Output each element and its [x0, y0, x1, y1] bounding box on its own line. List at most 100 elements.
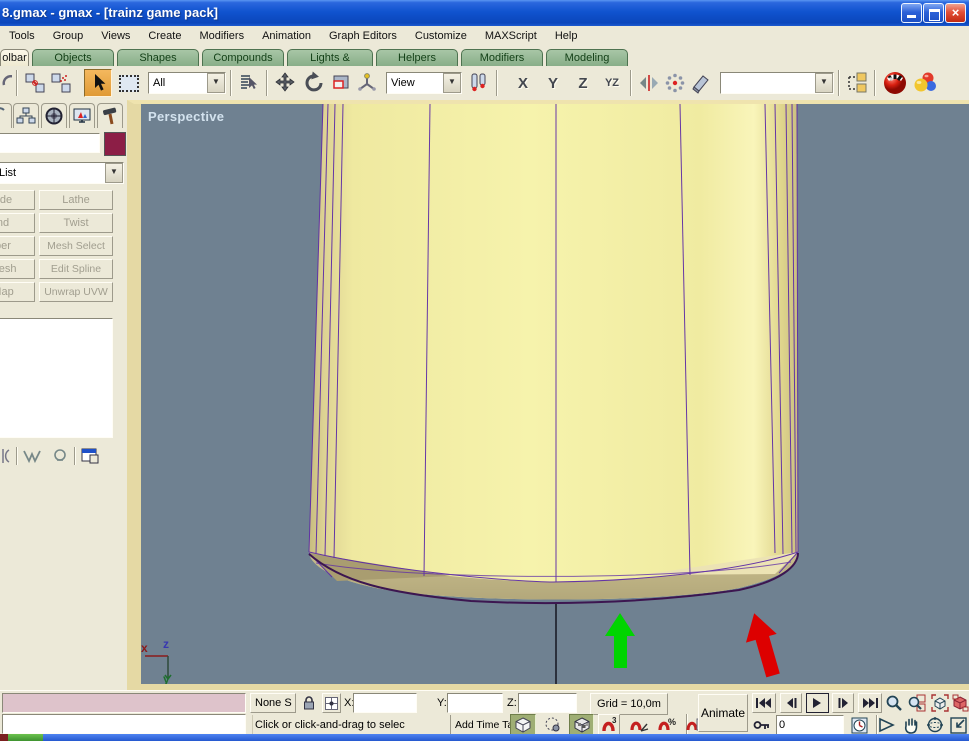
modifier-button-bend[interactable]: nd	[0, 213, 35, 233]
modifier-button-uvw-map[interactable]: Map	[0, 282, 35, 302]
set-key-button[interactable]	[752, 715, 772, 735]
select-object-button[interactable]	[84, 69, 112, 97]
menu-animation[interactable]: Animation	[253, 28, 320, 44]
object-name-input[interactable]	[0, 134, 103, 152]
mirror-button[interactable]	[636, 70, 662, 96]
arc-rotate-button[interactable]	[925, 715, 945, 735]
panel-tab-utilities[interactable]	[97, 103, 123, 128]
menu-help[interactable]: Help	[546, 28, 587, 44]
min-max-toggle-button[interactable]	[949, 715, 968, 735]
tab-shapes[interactable]: Shapes	[117, 49, 199, 66]
current-frame-field[interactable]	[776, 715, 844, 735]
modifier-button-twist[interactable]: Twist	[39, 213, 113, 233]
y-coordinate-input[interactable]	[448, 694, 506, 712]
title-bar[interactable]: 8.gmax - gmax - [trainz game pack] ×	[0, 0, 969, 26]
start-button-fragment[interactable]	[8, 734, 43, 741]
rectangular-selection-region-button[interactable]	[116, 70, 142, 96]
y-coordinate-field[interactable]	[447, 693, 503, 713]
panel-tab-display[interactable]	[69, 103, 95, 128]
next-frame-button[interactable]	[832, 693, 854, 713]
zoom-extents-all-button[interactable]	[952, 693, 969, 713]
textured-view-toggle[interactable]	[569, 714, 594, 735]
play-button[interactable]	[806, 693, 829, 713]
restrict-z-button[interactable]: Z	[568, 75, 598, 92]
restrict-plane-button[interactable]: YZ	[598, 77, 626, 89]
viewport-label[interactable]: Perspective	[148, 109, 224, 124]
menu-views[interactable]: Views	[92, 28, 139, 44]
restrict-x-button[interactable]: X	[508, 75, 538, 92]
current-frame-input[interactable]	[777, 716, 847, 734]
pin-stack-icon[interactable]	[0, 447, 12, 465]
menu-customize[interactable]: Customize	[406, 28, 476, 44]
tab-toolbar-active[interactable]: olbar	[0, 49, 29, 66]
modifier-button-unwrap-uvw[interactable]: Unwrap UVW	[39, 282, 113, 302]
zoom-all-button[interactable]	[907, 693, 927, 713]
dropdown-arrow-icon[interactable]: ▼	[207, 73, 225, 93]
make-unique-icon[interactable]	[50, 447, 70, 465]
pan-view-button[interactable]	[901, 715, 921, 735]
menu-graph-editors[interactable]: Graph Editors	[320, 28, 406, 44]
go-to-start-button[interactable]	[752, 693, 776, 713]
menu-modifiers[interactable]: Modifiers	[190, 28, 253, 44]
modifier-stack-list[interactable]	[0, 318, 113, 438]
degradation-toggle[interactable]	[541, 714, 563, 735]
tab-lights-cameras[interactable]: Lights & Cameras	[287, 49, 373, 66]
select-by-name-button[interactable]	[236, 70, 262, 96]
time-configuration-button[interactable]	[849, 715, 869, 735]
z-coordinate-input[interactable]	[519, 694, 580, 712]
z-coordinate-field[interactable]	[518, 693, 577, 713]
select-and-manipulate-button[interactable]	[354, 70, 380, 96]
object-name-field[interactable]	[0, 133, 100, 153]
go-to-end-button[interactable]	[858, 693, 882, 713]
panel-tab-modify[interactable]	[0, 103, 12, 128]
material-editor-button[interactable]	[880, 70, 910, 96]
restore-button[interactable]	[923, 3, 944, 23]
undo-icon-partial[interactable]	[0, 70, 12, 96]
dropdown-arrow-icon[interactable]: ▼	[443, 73, 461, 93]
modifier-button-mesh-select[interactable]: Mesh Select	[39, 236, 113, 256]
perspective-viewport[interactable]: x z y Perspective	[141, 104, 969, 684]
select-and-rotate-button[interactable]	[302, 70, 328, 96]
zoom-extents-button[interactable]	[930, 693, 950, 713]
close-button[interactable]: ×	[945, 3, 966, 23]
panel-tab-hierarchy[interactable]	[13, 103, 39, 128]
panel-tab-motion[interactable]	[41, 103, 67, 128]
shaded-view-toggle[interactable]	[510, 714, 536, 735]
align-button[interactable]	[688, 70, 714, 96]
tab-modeling[interactable]: Modeling	[546, 49, 628, 66]
modifier-button-taper[interactable]: per	[0, 236, 35, 256]
tab-compounds[interactable]: Compounds	[202, 49, 284, 66]
modifier-button-edit-spline[interactable]: Edit Spline	[39, 259, 113, 279]
add-time-tag[interactable]: Add Time Tag	[450, 715, 513, 735]
restrict-y-button[interactable]: Y	[538, 75, 568, 92]
select-and-scale-button[interactable]	[328, 70, 354, 96]
reference-coord-system-combo[interactable]: View ▼	[386, 72, 462, 94]
show-end-result-icon[interactable]	[22, 447, 44, 465]
menu-maxscript[interactable]: MAXScript	[476, 28, 546, 44]
modifier-button-extrude[interactable]: ude	[0, 190, 35, 210]
modifier-button-lathe[interactable]: Lathe	[39, 190, 113, 210]
mesh-object[interactable]	[309, 104, 798, 603]
array-button[interactable]	[662, 70, 688, 96]
zoom-button[interactable]	[884, 693, 904, 713]
select-and-move-button[interactable]	[272, 70, 298, 96]
dropdown-arrow-icon[interactable]: ▼	[105, 163, 123, 183]
use-pivot-point-center-button[interactable]	[466, 70, 492, 96]
modifier-button-edit-mesh[interactable]: Mesh	[0, 259, 35, 279]
listener-macro-line[interactable]	[2, 693, 246, 713]
menu-create[interactable]: Create	[139, 28, 190, 44]
animate-button[interactable]: Animate	[698, 694, 748, 732]
previous-frame-button[interactable]	[780, 693, 802, 713]
menu-group[interactable]: Group	[44, 28, 93, 44]
unlink-selection-button[interactable]	[48, 70, 74, 96]
tab-modifiers[interactable]: Modifiers	[461, 49, 543, 66]
named-selection-sets-combo[interactable]: ▼	[720, 72, 834, 94]
snap-3d-toggle[interactable]: 3	[598, 714, 620, 735]
minimize-button[interactable]	[901, 3, 922, 23]
tab-objects[interactable]: Objects	[32, 49, 114, 66]
absolute-offset-toggle[interactable]	[322, 693, 341, 713]
render-layers-button[interactable]	[910, 70, 940, 96]
modifier-list-combo[interactable]: List ▼	[0, 162, 124, 184]
tab-helpers[interactable]: Helpers	[376, 49, 458, 66]
x-coordinate-field[interactable]	[353, 693, 417, 713]
